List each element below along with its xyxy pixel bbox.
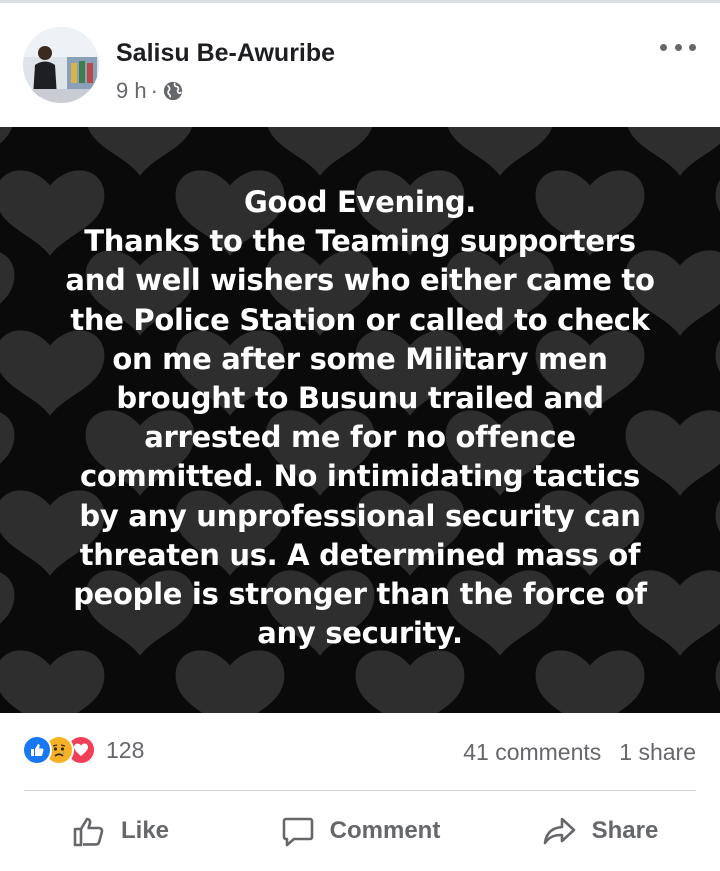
like-label: Like	[120, 817, 170, 844]
share-arrow-icon	[543, 817, 575, 845]
like-button[interactable]: Like	[0, 791, 240, 871]
meta-separator: ·	[150, 78, 158, 103]
post-meta: 9 h ·	[116, 78, 184, 104]
post-header: Salisu Be-Awuribe 9 h ·	[0, 3, 720, 127]
reaction-count: 128	[106, 736, 145, 763]
share-button[interactable]: Share	[480, 791, 720, 871]
reactions-summary[interactable]: 128	[22, 735, 144, 765]
post-stats: 128 41 comments 1 share	[0, 713, 720, 791]
share-count[interactable]: 1 share	[619, 739, 696, 766]
comment-button[interactable]: Comment	[240, 791, 480, 871]
share-label: Share	[591, 817, 659, 844]
post-image[interactable]: Good Evening. Thanks to the Teaming supp…	[0, 127, 720, 713]
post-time[interactable]: 9 h	[116, 78, 147, 104]
globe-icon	[163, 81, 183, 101]
comment-count[interactable]: 41 comments	[463, 739, 601, 766]
comment-label: Comment	[329, 817, 441, 844]
comment-icon	[282, 817, 313, 847]
post-actions: Like Comment Share	[0, 791, 720, 871]
like-reaction-icon	[22, 735, 52, 765]
more-options-icon[interactable]	[660, 37, 696, 57]
thumbs-up-icon	[73, 817, 104, 847]
engagement-counts: 41 comments 1 share	[463, 739, 696, 766]
author-name[interactable]: Salisu Be-Awuribe	[116, 39, 335, 68]
post-image-text: Good Evening. Thanks to the Teaming supp…	[65, 185, 655, 651]
author-avatar[interactable]	[23, 27, 99, 103]
